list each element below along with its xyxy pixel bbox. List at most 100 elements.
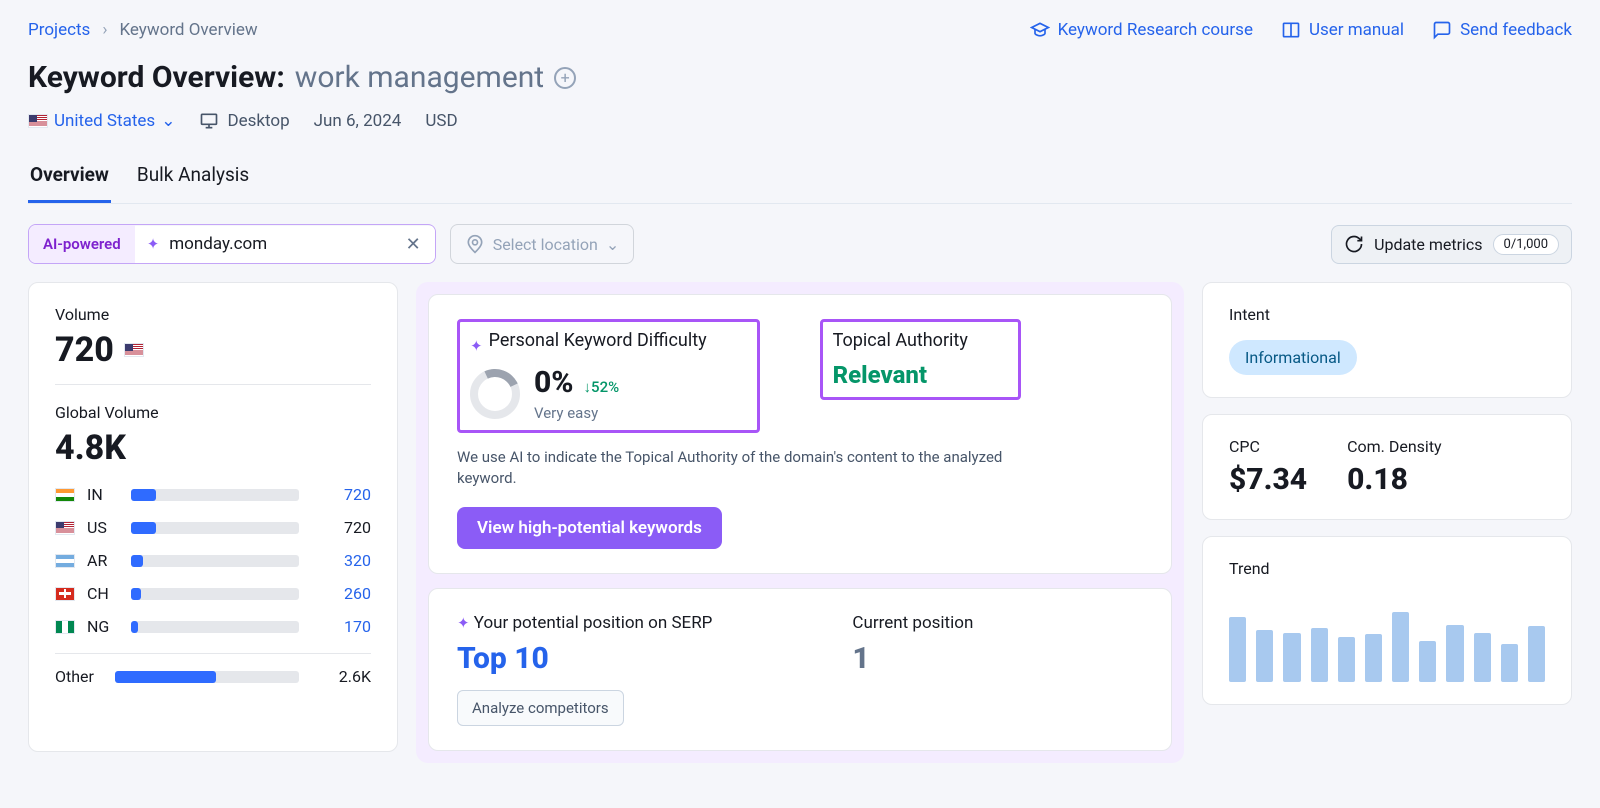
add-keyword-icon[interactable]: + — [554, 67, 576, 89]
ai-description: We use AI to indicate the Topical Author… — [457, 447, 1057, 489]
com-density-value: 0.18 — [1347, 462, 1442, 497]
country-volume-value[interactable]: 720 — [311, 485, 371, 504]
intent-label: Intent — [1229, 305, 1545, 324]
serp-current-value: 1 — [852, 641, 973, 676]
serp-potential-label: Your potential position on SERP — [474, 613, 713, 633]
trend-chart — [1229, 592, 1545, 682]
currency-filter: USD — [425, 111, 457, 131]
ta-value: Relevant — [833, 361, 968, 389]
country-volume-value[interactable]: 320 — [311, 551, 371, 570]
flag-ch-icon — [55, 587, 75, 601]
flag-in-icon — [55, 488, 75, 502]
tab-overview[interactable]: Overview — [28, 155, 111, 203]
pkd-sub: Very easy — [534, 404, 619, 422]
refresh-icon — [1344, 234, 1364, 254]
pkd-card: ✦ Personal Keyword Difficulty 0% ↓52% Ve… — [428, 294, 1172, 574]
keyword-value: work management — [295, 60, 544, 95]
chevron-down-icon: ⌄ — [161, 111, 175, 131]
trend-bar — [1446, 625, 1463, 682]
volume-label: Volume — [55, 305, 371, 324]
trend-bar — [1474, 633, 1491, 683]
update-quota-badge: 0/1,000 — [1493, 234, 1559, 255]
update-metrics-button[interactable]: Update metrics 0/1,000 — [1331, 225, 1572, 264]
trend-bar — [1229, 617, 1246, 682]
flag-ar-icon — [55, 554, 75, 568]
volume-card: Volume 720 Global Volume 4.8K IN 720 US … — [28, 282, 398, 752]
pkd-title: Personal Keyword Difficulty — [489, 330, 707, 351]
ta-title: Topical Authority — [833, 330, 968, 351]
view-potential-keywords-button[interactable]: View high-potential keywords — [457, 507, 722, 549]
trend-bar — [1392, 612, 1409, 682]
trend-bar — [1311, 628, 1328, 682]
country-volume-value: 720 — [311, 518, 371, 537]
global-volume-row[interactable]: AR 320 — [55, 544, 371, 577]
intent-badge: Informational — [1229, 340, 1357, 375]
cpc-value: $7.34 — [1229, 462, 1307, 497]
sparkle-icon: ✦ — [457, 614, 470, 632]
trend-bar — [1283, 633, 1300, 683]
tab-bulk-analysis[interactable]: Bulk Analysis — [135, 155, 251, 203]
link-feedback[interactable]: Send feedback — [1432, 20, 1572, 40]
sparkle-icon: ✦ — [147, 235, 160, 253]
country-code: NG — [87, 617, 119, 636]
flag-ng-icon — [55, 620, 75, 634]
serp-current-label: Current position — [852, 613, 973, 633]
chevron-right-icon: › — [102, 20, 107, 40]
trend-bar — [1365, 634, 1382, 682]
trend-bar — [1256, 630, 1273, 682]
cpc-card: CPC $7.34 Com. Density 0.18 — [1202, 414, 1572, 520]
flag-us-icon — [28, 114, 48, 128]
flag-us-icon — [55, 521, 75, 535]
global-volume-label: Global Volume — [55, 403, 371, 422]
link-course[interactable]: Keyword Research course — [1030, 20, 1253, 40]
breadcrumb: Projects › Keyword Overview — [28, 20, 258, 40]
global-volume-row[interactable]: IN 720 — [55, 478, 371, 511]
graduation-cap-icon — [1030, 20, 1050, 40]
volume-value: 720 — [55, 330, 114, 370]
country-code: AR — [87, 551, 119, 570]
breadcrumb-current: Keyword Overview — [119, 20, 257, 40]
clear-domain-icon[interactable]: ✕ — [406, 234, 421, 255]
global-volume-value: 4.8K — [55, 428, 126, 468]
select-location-dropdown[interactable]: Select location ⌄ — [450, 224, 635, 264]
pkd-donut-icon — [470, 369, 520, 419]
cpc-label: CPC — [1229, 437, 1307, 456]
pin-icon — [465, 234, 485, 254]
topical-authority-highlight: Topical Authority Relevant — [820, 319, 1021, 400]
com-density-label: Com. Density — [1347, 437, 1442, 456]
serp-card: ✦ Your potential position on SERP Top 10… — [428, 588, 1172, 751]
global-volume-other-row: Other 2.6K — [55, 660, 371, 693]
chat-icon — [1432, 20, 1452, 40]
serp-potential-value: Top 10 — [457, 641, 712, 676]
date-filter: Jun 6, 2024 — [314, 111, 402, 131]
pkd-highlight: ✦ Personal Keyword Difficulty 0% ↓52% Ve… — [457, 319, 760, 433]
country-volume-value[interactable]: 170 — [311, 617, 371, 636]
trend-bar — [1528, 626, 1545, 682]
intent-card: Intent Informational — [1202, 282, 1572, 398]
flag-us-icon — [124, 343, 144, 357]
global-volume-row[interactable]: CH 260 — [55, 577, 371, 610]
chevron-down-icon: ⌄ — [606, 235, 619, 254]
global-volume-row[interactable]: NG 170 — [55, 610, 371, 643]
country-code: US — [87, 518, 119, 537]
location-selector[interactable]: United States ⌄ — [28, 111, 175, 131]
ai-powered-label: AI-powered — [29, 225, 135, 263]
country-volume-value[interactable]: 260 — [311, 584, 371, 603]
trend-label: Trend — [1229, 559, 1545, 578]
breadcrumb-root[interactable]: Projects — [28, 20, 90, 40]
device-filter[interactable]: Desktop — [199, 111, 289, 131]
global-volume-row: US 720 — [55, 511, 371, 544]
book-icon — [1281, 20, 1301, 40]
country-code: CH — [87, 584, 119, 603]
analyze-competitors-button[interactable]: Analyze competitors — [457, 690, 624, 726]
domain-value: monday.com — [169, 234, 267, 254]
country-code: IN — [87, 485, 119, 504]
sparkle-icon: ✦ — [470, 337, 483, 355]
pkd-value: 0% — [534, 365, 574, 400]
link-manual[interactable]: User manual — [1281, 20, 1404, 40]
ai-domain-input[interactable]: AI-powered ✦ monday.com ✕ — [28, 224, 436, 264]
page-title: Keyword Overview: — [28, 60, 285, 95]
trend-bar — [1338, 637, 1355, 682]
trend-bar — [1501, 644, 1518, 682]
trend-bar — [1419, 641, 1436, 682]
